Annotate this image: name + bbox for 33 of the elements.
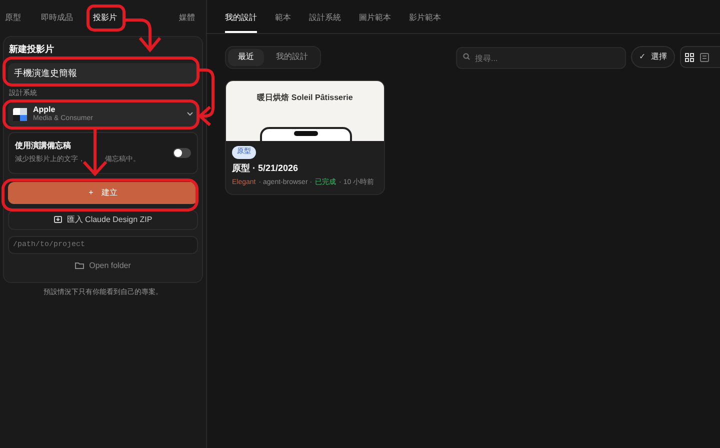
tab[interactable]: 投影片 — [90, 10, 120, 26]
toggle-switch[interactable] — [173, 148, 191, 158]
annotation-arrow — [198, 68, 214, 126]
import-button[interactable]: 匯入 Claude Design ZIP — [8, 210, 198, 230]
tab[interactable]: 即時成品 — [38, 10, 76, 26]
select-button[interactable]: ✓ 選擇 — [631, 46, 675, 68]
tab[interactable]: 我的設計 — [225, 12, 257, 33]
open-folder-button[interactable]: Open folder — [8, 256, 198, 276]
tab[interactable]: 設計系統 — [309, 12, 341, 33]
download-tray-icon — [54, 216, 62, 223]
annotation-outline — [86, 4, 126, 32]
folder-icon — [75, 262, 84, 269]
design-title: 原型 · 5/21/2026 — [232, 162, 300, 174]
filter-tab[interactable]: 我的設計 — [266, 48, 318, 66]
annotation-arrow — [124, 18, 162, 52]
filter-tab[interactable]: 最近 — [228, 48, 264, 66]
title-field[interactable]: 手機演進史簡報 — [8, 62, 198, 84]
swatch-icon — [13, 108, 27, 120]
tab[interactable]: 原型 — [2, 10, 24, 26]
search-icon — [463, 52, 470, 60]
tab[interactable]: 影片範本 — [409, 12, 441, 33]
tab[interactable]: 圖片範本 — [359, 12, 391, 33]
design-system-name: Apple — [33, 106, 56, 114]
preview-title: 暖日烘焙 Soleil Pâtisserie — [257, 92, 353, 104]
create-button[interactable]: + 建立 — [8, 182, 198, 204]
tab[interactable]: 範本 — [275, 12, 291, 33]
chevron-down-icon — [187, 112, 193, 116]
panel-heading: 新建投影片 — [8, 43, 55, 56]
list-view-icon[interactable] — [700, 52, 709, 62]
search-field[interactable]: 搜尋... — [456, 47, 626, 70]
grid-view-icon[interactable] — [685, 52, 694, 62]
tab[interactable]: 媒體 — [176, 10, 198, 26]
option-title: 使用演講備忘稿 — [15, 140, 72, 152]
